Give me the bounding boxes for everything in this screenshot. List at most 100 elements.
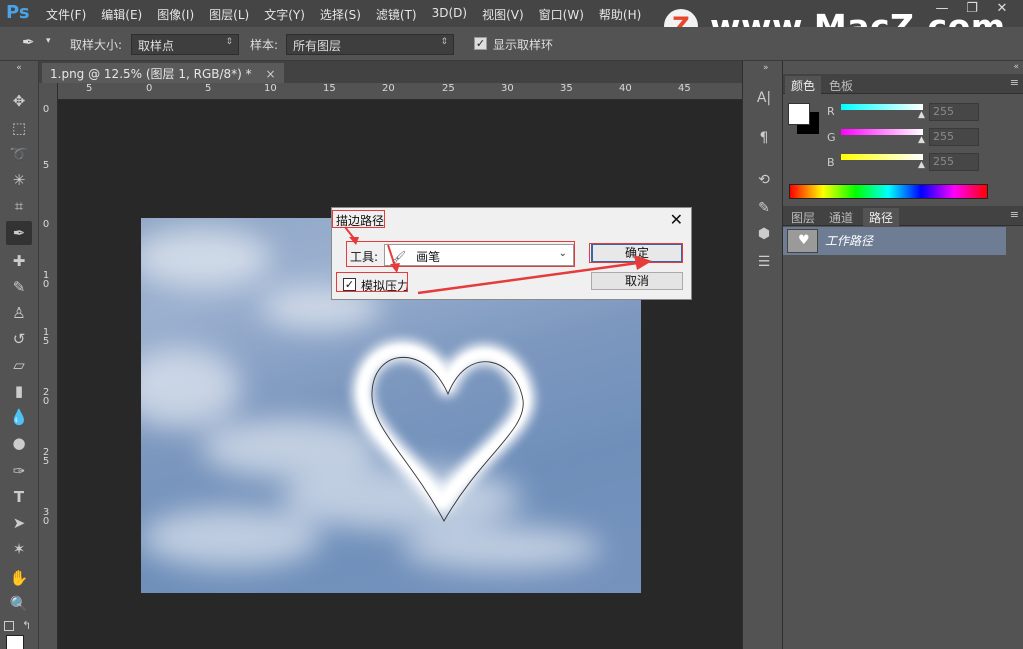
menu-filter[interactable]: 滤镜(T) [376,6,417,23]
red-value-field[interactable]: 255 [929,103,979,121]
show-ring-checkbox[interactable]: ✓ [474,37,487,50]
menu-bar: Ps 文件(F) 编辑(E) 图像(I) 图层(L) 文字(Y) 选择(S) 滤… [0,0,1023,46]
ruler-label: 10 [264,83,277,94]
slider-thumb[interactable]: ▲ [918,135,925,145]
updown-icon: ⇕ [440,37,448,47]
menu-layer[interactable]: 图层(L) [209,6,249,23]
tab-color[interactable]: 颜色 [785,76,822,94]
menu-edit[interactable]: 编辑(E) [101,6,142,23]
sample-size-label: 取样大小: [70,38,123,52]
canvas-area[interactable] [58,100,742,649]
type-tool-icon[interactable]: T [6,485,32,509]
tab-layers[interactable]: 图层 [785,208,821,226]
blue-value-field[interactable]: 255 [929,153,979,171]
menu-3d[interactable]: 3D(D) [432,6,467,23]
heart-icon: ♥ [798,233,810,248]
eyedropper-icon[interactable]: ✒ [22,33,35,51]
path-thumbnail: ♥ [787,229,818,253]
ruler-label: 2 5 [42,447,50,467]
brush-tool-icon[interactable]: ✎ [6,275,32,299]
menu-help[interactable]: 帮助(H) [599,6,641,23]
ruler-label: 0 [146,83,153,94]
pen-tool-icon[interactable]: ✑ [6,459,32,483]
menu-view[interactable]: 视图(V) [482,6,524,23]
tab-swatches[interactable]: 色板 [823,76,859,94]
show-ring-label: 显示取样环 [493,38,554,52]
menu-window[interactable]: 窗口(W) [539,6,584,23]
panel-menu-icon[interactable]: ≡ [1010,76,1019,89]
green-channel-label: G [827,131,836,144]
tools-panel: « ✥ ⬚ ➰ ✳ ⌗ ✒ ✚ ✎ ♙ ↺ ▱ ▮ 💧 ● ✑ T ➤ ✶ ✋ … [0,61,39,649]
3d-panel-icon[interactable]: ⬢ [753,223,775,245]
ruler-label: 0 [42,104,50,115]
document-tab-bar: 1.png @ 12.5% (图层 1, RGB/8*) * × [39,61,742,83]
menu-file[interactable]: 文件(F) [46,6,86,23]
collapse-icon[interactable]: » [763,63,769,73]
collapse-icon[interactable]: « [1013,62,1019,72]
path-selection-tool-icon[interactable]: ➤ [6,511,32,535]
tab-channels[interactable]: 通道 [823,208,859,226]
history-brush-tool-icon[interactable]: ↺ [6,327,32,351]
blur-tool-icon[interactable]: 💧 [6,405,32,429]
tool-preset-dropdown-icon[interactable]: ▾ [46,36,51,46]
slider-thumb[interactable]: ▲ [918,160,925,170]
menu-select[interactable]: 选择(S) [320,6,361,23]
paragraph-panel-icon[interactable]: ¶ [753,127,775,149]
default-colors-icon[interactable] [4,621,14,631]
history-panel-icon[interactable]: ⟲ [753,169,775,191]
close-tab-icon[interactable]: × [266,67,276,81]
document-tab-title: 1.png @ 12.5% (图层 1, RGB/8*) * [50,67,252,81]
vertical-ruler[interactable]: 0 5 0 1 0 1 5 2 0 2 5 3 0 [39,83,58,649]
sample-size-select[interactable]: 取样点 ⇕ [131,34,239,55]
foreground-color-swatch[interactable] [6,635,24,649]
minimize-icon[interactable]: — [927,1,957,16]
document-tab[interactable]: 1.png @ 12.5% (图层 1, RGB/8*) * × [42,63,284,83]
close-icon[interactable]: ✕ [987,1,1017,16]
green-value-field[interactable]: 255 [929,128,979,146]
red-channel-label: R [827,105,835,118]
ruler-label: 30 [501,83,514,94]
panel-menu-icon[interactable]: ≡ [1010,208,1019,221]
sample-label: 样本: [250,38,279,52]
hand-tool-icon[interactable]: ✋ [6,566,32,590]
restore-icon[interactable]: ❐ [957,1,987,16]
red-slider[interactable] [841,104,923,110]
work-path-row[interactable]: ♥ 工作路径 [783,227,1006,255]
menu-image[interactable]: 图像(I) [157,6,194,23]
character-panel-icon[interactable]: A| [753,87,775,109]
stamp-tool-icon[interactable]: ♙ [6,301,32,325]
photoshop-window: Ps 文件(F) 编辑(E) 图像(I) 图层(L) 文字(Y) 选择(S) 滤… [0,0,1023,649]
annotation-arrows [344,226,652,295]
shape-tool-icon[interactable]: ✶ [6,537,32,561]
slider-thumb[interactable]: ▲ [918,110,925,120]
panel-icon-strip: » A| ¶ ⟲ ✎ ⬢ ☰ [742,61,783,649]
blue-slider[interactable] [841,154,923,160]
color-spectrum-bar[interactable] [789,184,988,199]
ruler-label: 20 [382,83,395,94]
zoom-tool-icon[interactable]: 🔍 [6,592,32,616]
ruler-label: 40 [619,83,632,94]
brush-panel-icon[interactable]: ✎ [753,197,775,219]
adjustments-panel-icon[interactable]: ☰ [753,251,775,273]
horizontal-ruler[interactable]: 5 0 5 10 15 20 25 30 35 40 45 [58,83,742,100]
menu-list: 文件(F) 编辑(E) 图像(I) 图层(L) 文字(Y) 选择(S) 滤镜(T… [46,6,656,23]
lasso-tool-icon[interactable]: ➰ [6,142,32,166]
tab-paths[interactable]: 路径 [863,208,900,226]
menu-type[interactable]: 文字(Y) [264,6,305,23]
gradient-tool-icon[interactable]: ▮ [6,379,32,403]
ruler-label: 25 [442,83,455,94]
crop-tool-icon[interactable]: ⌗ [6,194,32,218]
collapse-icon[interactable]: « [6,63,32,73]
green-slider[interactable] [841,129,923,135]
dodge-tool-icon[interactable]: ● [6,431,32,455]
marquee-tool-icon[interactable]: ⬚ [6,116,32,140]
move-tool-icon[interactable]: ✥ [6,89,32,113]
ruler-label: 0 [42,219,50,230]
foreground-color-swatch[interactable] [788,103,810,125]
magic-wand-tool-icon[interactable]: ✳ [6,168,32,192]
swap-colors-icon[interactable]: ↰ [22,619,31,632]
eyedropper-tool-icon[interactable]: ✒ [6,221,32,245]
eraser-tool-icon[interactable]: ▱ [6,353,32,377]
sample-select[interactable]: 所有图层 ⇕ [286,34,454,55]
healing-tool-icon[interactable]: ✚ [6,249,32,273]
